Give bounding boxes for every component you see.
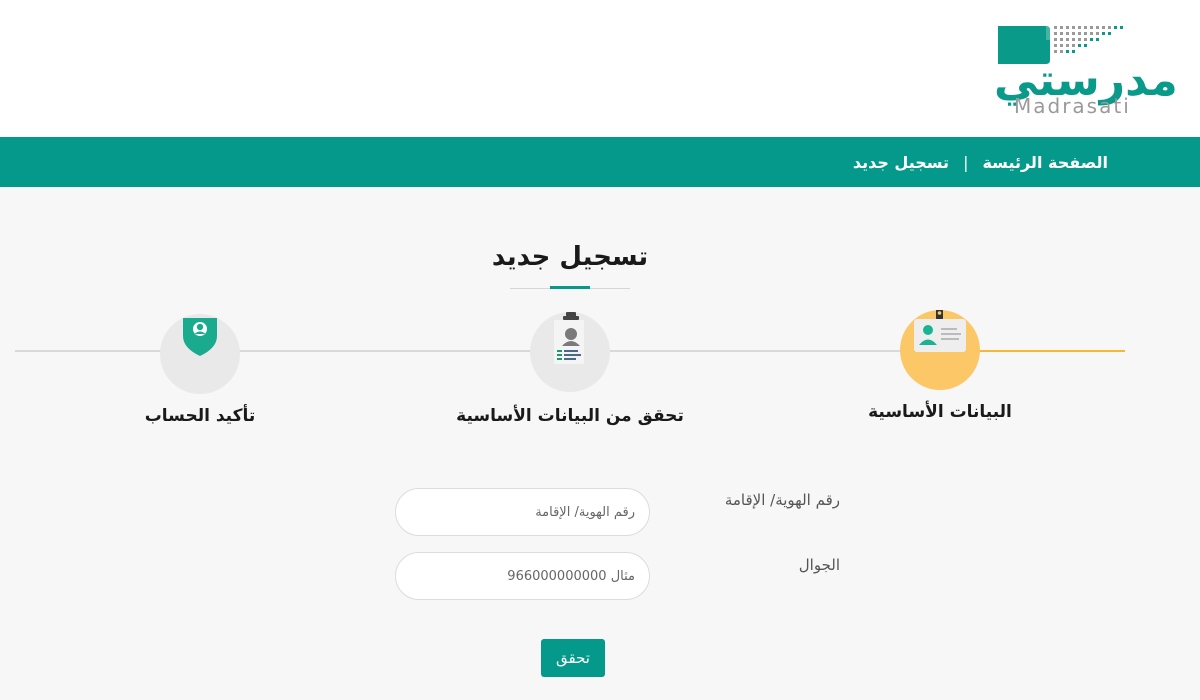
step-1-circle [900,308,980,390]
step-2-label: تحقق من البيانات الأساسية [456,406,684,426]
breadcrumb-home-link[interactable]: الصفحة الرئيسة [982,153,1108,172]
step-2-circle [530,312,610,392]
header: مدرستي Madrasati [0,0,1200,137]
step-3-circle [160,314,240,394]
id-number-input[interactable] [395,488,650,536]
navbar: الصفحة الرئيسة | تسجيل جديد [0,137,1200,187]
verify-button[interactable]: تحقق [541,639,605,677]
shield-user-icon [183,318,217,356]
step-3-label: تأكيد الحساب [144,406,256,426]
phone-input[interactable] [395,552,650,600]
step-1-label: البيانات الأساسية [868,402,1012,422]
breadcrumb-current: تسجيل جديد [852,152,950,172]
page-title: تسجيل جديد [491,242,649,272]
id-number-label: رقم الهوية/ الإقامة [724,491,840,509]
breadcrumb: الصفحة الرئيسة | تسجيل جديد [853,137,1108,187]
breadcrumb-separator: | [963,152,969,172]
phone-label: الجوال [798,556,840,574]
madrasati-logo[interactable]: مدرستي Madrasati [994,20,1180,120]
logo-english-text: Madrasati [1014,94,1131,118]
id-card-icon [914,308,966,352]
profile-badge-icon [554,312,584,364]
stepper-track [15,350,940,352]
title-underline-accent [550,286,590,289]
